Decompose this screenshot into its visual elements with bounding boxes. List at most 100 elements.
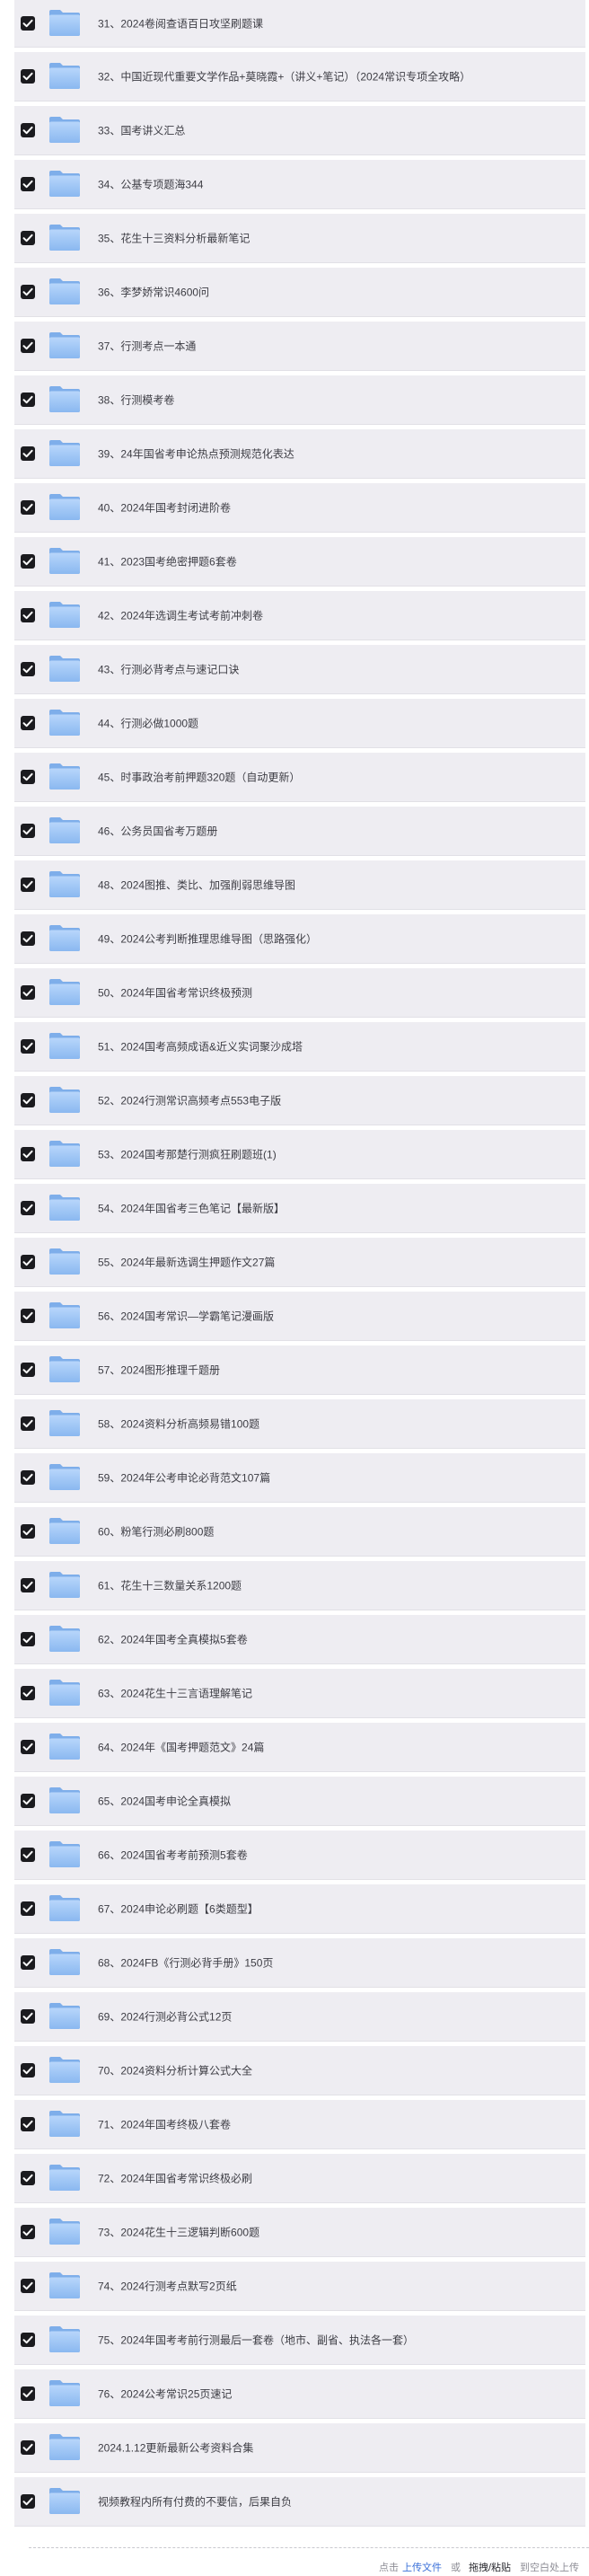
file-name[interactable]: 51、2024国考高频成语&近义实词聚沙成塔 <box>98 1039 303 1054</box>
file-name[interactable]: 40、2024年国考封闭进阶卷 <box>98 500 231 516</box>
file-row[interactable]: 58、2024资料分析高频易错100题 <box>14 1399 585 1449</box>
file-row[interactable]: 44、行测必做1000题 <box>14 699 585 748</box>
file-row[interactable]: 33、国考讲义汇总 <box>14 106 585 155</box>
checkbox-checked-icon[interactable] <box>21 662 35 676</box>
file-name[interactable]: 66、2024国省考考前预测5套卷 <box>98 1848 248 1863</box>
file-row[interactable]: 67、2024申论必刷题【6类题型】 <box>14 1884 585 1934</box>
checkbox-checked-icon[interactable] <box>21 1255 35 1269</box>
file-name[interactable]: 39、24年国省考申论热点预测规范化表达 <box>98 446 294 462</box>
file-row[interactable]: 65、2024国考申论全真模拟 <box>14 1777 585 1826</box>
file-name[interactable]: 59、2024年公考申论必背范文107篇 <box>98 1470 270 1486</box>
file-name[interactable]: 38、行测模考卷 <box>98 393 174 408</box>
file-row[interactable]: 39、24年国省考申论热点预测规范化表达 <box>14 429 585 479</box>
file-row[interactable]: 46、公务员国省考万题册 <box>14 807 585 856</box>
file-row[interactable]: 51、2024国考高频成语&近义实词聚沙成塔 <box>14 1022 585 1072</box>
checkbox-checked-icon[interactable] <box>21 285 35 299</box>
file-row[interactable]: 42、2024年选调生考试考前冲刺卷 <box>14 591 585 640</box>
file-name[interactable]: 54、2024年国省考三色笔记【最新版】 <box>98 1201 285 1216</box>
checkbox-checked-icon[interactable] <box>21 824 35 838</box>
checkbox-checked-icon[interactable] <box>21 2386 35 2401</box>
checkbox-checked-icon[interactable] <box>21 123 35 137</box>
checkbox-checked-icon[interactable] <box>21 177 35 191</box>
checkbox-checked-icon[interactable] <box>21 2171 35 2185</box>
checkbox-checked-icon[interactable] <box>21 1524 35 1539</box>
file-row[interactable]: 64、2024年《国考押题范文》24篇 <box>14 1723 585 1772</box>
checkbox-checked-icon[interactable] <box>21 716 35 730</box>
checkbox-checked-icon[interactable] <box>21 446 35 461</box>
checkbox-checked-icon[interactable] <box>21 985 35 1000</box>
file-name[interactable]: 36、李梦娇常识4600问 <box>98 285 209 300</box>
checkbox-checked-icon[interactable] <box>21 1309 35 1323</box>
checkbox-checked-icon[interactable] <box>21 1686 35 1700</box>
checkbox-checked-icon[interactable] <box>21 2225 35 2239</box>
checkbox-checked-icon[interactable] <box>21 16 35 31</box>
file-row[interactable]: 69、2024行测必背公式12页 <box>14 1992 585 2042</box>
file-row[interactable]: 63、2024花生十三言语理解笔记 <box>14 1669 585 1718</box>
file-row[interactable]: 60、粉笔行测必刷800题 <box>14 1507 585 1557</box>
file-row[interactable]: 56、2024国考常识—学霸笔记漫画版 <box>14 1292 585 1341</box>
file-row[interactable]: 76、2024公考常识25页速记 <box>14 2369 585 2419</box>
file-row[interactable]: 45、时事政治考前押题320题（自动更新） <box>14 753 585 802</box>
file-name[interactable]: 65、2024国考申论全真模拟 <box>98 1794 231 1809</box>
file-name[interactable]: 46、公务员国省考万题册 <box>98 824 217 839</box>
checkbox-checked-icon[interactable] <box>21 1093 35 1107</box>
file-name[interactable]: 58、2024资料分析高频易错100题 <box>98 1416 259 1432</box>
file-row[interactable]: 43、行测必背考点与速记口诀 <box>14 645 585 694</box>
file-row[interactable]: 62、2024年国考全真模拟5套卷 <box>14 1615 585 1664</box>
file-row[interactable]: 40、2024年国考封闭进阶卷 <box>14 483 585 533</box>
file-row[interactable]: 49、2024公考判断推理思维导图（思路强化） <box>14 914 585 964</box>
file-name[interactable]: 57、2024图形推理千题册 <box>98 1363 220 1378</box>
file-row[interactable]: 37、行测考点一本通 <box>14 322 585 371</box>
checkbox-checked-icon[interactable] <box>21 1147 35 1161</box>
checkbox-checked-icon[interactable] <box>21 500 35 515</box>
file-row[interactable]: 71、2024年国考终极八套卷 <box>14 2100 585 2149</box>
file-row[interactable]: 72、2024年国省考常识终极必刷 <box>14 2154 585 2203</box>
checkbox-checked-icon[interactable] <box>21 608 35 622</box>
file-name[interactable]: 60、粉笔行测必刷800题 <box>98 1524 214 1539</box>
file-name[interactable]: 56、2024国考常识—学霸笔记漫画版 <box>98 1309 274 1324</box>
file-row[interactable]: 53、2024国考那楚行测疯狂刷题班(1) <box>14 1130 585 1179</box>
file-row[interactable]: 31、2024卷阅查语百日攻坚刷题课 <box>14 0 585 48</box>
checkbox-checked-icon[interactable] <box>21 1740 35 1754</box>
file-name[interactable]: 63、2024花生十三言语理解笔记 <box>98 1686 252 1701</box>
file-name[interactable]: 49、2024公考判断推理思维导图（思路强化） <box>98 931 317 947</box>
file-name[interactable]: 62、2024年国考全真模拟5套卷 <box>98 1632 248 1647</box>
file-name[interactable]: 67、2024申论必刷题【6类题型】 <box>98 1901 259 1917</box>
file-row[interactable]: 32、中国近现代重要文学作品+莫晓霞+（讲义+笔记）（2024常识专项全攻略） <box>14 52 585 101</box>
upload-file-link[interactable]: 上传文件 <box>402 2560 442 2574</box>
checkbox-checked-icon[interactable] <box>21 1901 35 1916</box>
checkbox-checked-icon[interactable] <box>21 393 35 407</box>
file-name[interactable]: 50、2024年国省考常识终极预测 <box>98 985 252 1001</box>
checkbox-checked-icon[interactable] <box>21 554 35 569</box>
checkbox-checked-icon[interactable] <box>21 1794 35 1808</box>
file-row[interactable]: 2024.1.12更新最新公考资料合集 <box>14 2423 585 2473</box>
file-row[interactable]: 59、2024年公考申论必背范文107篇 <box>14 1453 585 1503</box>
checkbox-checked-icon[interactable] <box>21 2440 35 2455</box>
checkbox-checked-icon[interactable] <box>21 1578 35 1592</box>
file-row[interactable]: 34、公基专项题海344 <box>14 160 585 209</box>
file-name[interactable]: 视频教程内所有付费的不要信，后果自负 <box>98 2494 292 2510</box>
checkbox-checked-icon[interactable] <box>21 231 35 245</box>
checkbox-checked-icon[interactable] <box>21 1039 35 1054</box>
file-name[interactable]: 44、行测必做1000题 <box>98 716 198 731</box>
file-name[interactable]: 71、2024年国考终极八套卷 <box>98 2117 231 2132</box>
checkbox-checked-icon[interactable] <box>21 69 35 84</box>
checkbox-checked-icon[interactable] <box>21 2494 35 2509</box>
file-row[interactable]: 70、2024资料分析计算公式大全 <box>14 2046 585 2095</box>
file-name[interactable]: 43、行测必背考点与速记口诀 <box>98 662 239 677</box>
file-row[interactable]: 35、花生十三资料分析最新笔记 <box>14 214 585 263</box>
file-row[interactable]: 50、2024年国省考常识终极预测 <box>14 968 585 1018</box>
file-name[interactable]: 37、行测考点一本通 <box>98 339 196 354</box>
file-name[interactable]: 74、2024行测考点默写2页纸 <box>98 2279 237 2294</box>
checkbox-checked-icon[interactable] <box>21 339 35 353</box>
file-name[interactable]: 68、2024FB《行测必背手册》150页 <box>98 1955 273 1971</box>
checkbox-checked-icon[interactable] <box>21 2009 35 2024</box>
file-name[interactable]: 31、2024卷阅查语百日攻坚刷题课 <box>98 16 263 31</box>
file-row[interactable]: 36、李梦娇常识4600问 <box>14 268 585 317</box>
file-row[interactable]: 75、2024年国考考前行测最后一套卷（地市、副省、执法各一套） <box>14 2316 585 2365</box>
file-row[interactable]: 68、2024FB《行测必背手册》150页 <box>14 1938 585 1988</box>
file-name[interactable]: 76、2024公考常识25页速记 <box>98 2386 232 2402</box>
checkbox-checked-icon[interactable] <box>21 1470 35 1485</box>
file-row[interactable]: 54、2024年国省考三色笔记【最新版】 <box>14 1184 585 1233</box>
file-name[interactable]: 61、花生十三数量关系1200题 <box>98 1578 242 1593</box>
